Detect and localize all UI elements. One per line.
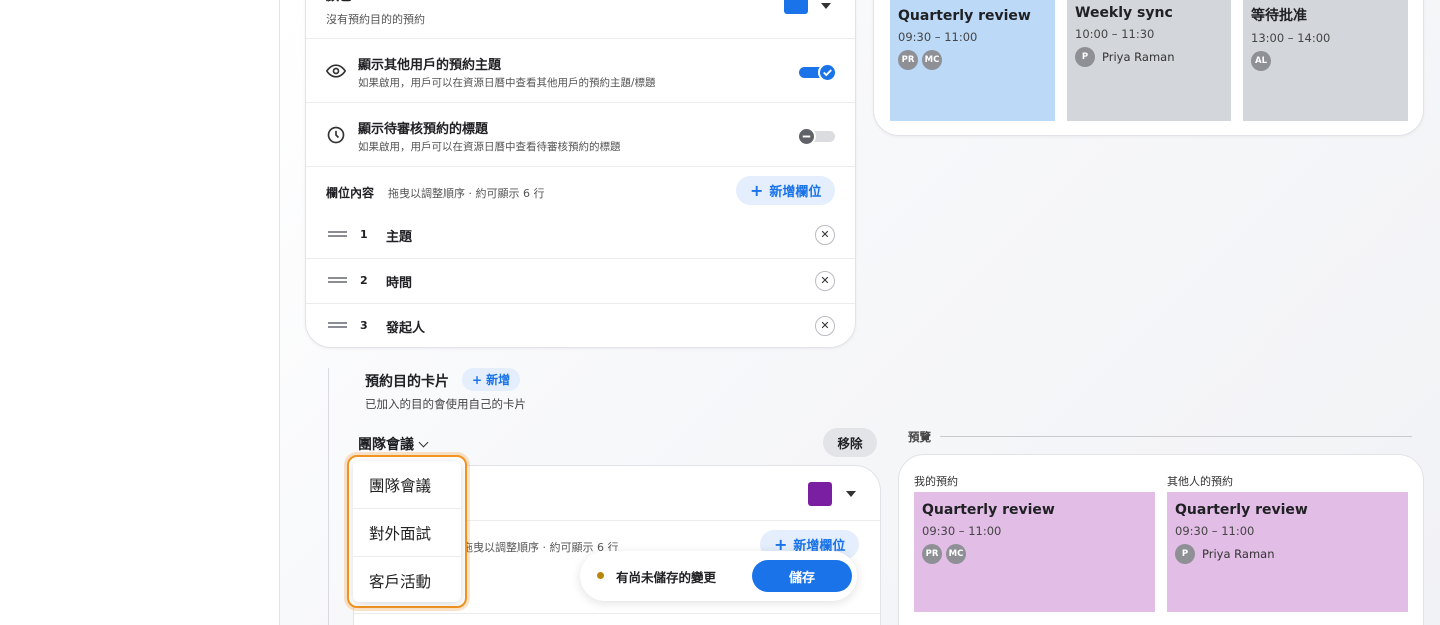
preview-event-others: Quarterly review 09:30 – 11:00 P Priya R… [1167, 492, 1408, 612]
event-title: Quarterly review [898, 8, 1031, 24]
my-bookings-label: 我的預約 [914, 475, 958, 488]
plus-icon: + [472, 372, 483, 387]
purpose-cards-title: 預約目的卡片 [365, 374, 449, 390]
remove-field-button[interactable]: ✕ [815, 225, 835, 245]
remove-field-button[interactable]: ✕ [815, 271, 835, 291]
event-title: Weekly sync [1075, 5, 1173, 21]
field-name: 時間 [386, 276, 413, 291]
attendee-name: Priya Raman [1102, 50, 1175, 64]
purpose-color-swatch[interactable] [808, 482, 832, 506]
purpose-cards-sub: 已加入的目的會使用自己的卡片 [365, 397, 526, 411]
color-title: 顏色 [326, 0, 352, 4]
event-time: 13:00 – 14:00 [1251, 31, 1331, 45]
event-attendees: P Priya Raman [1075, 47, 1223, 67]
preview-event: Quarterly review 09:30 – 11:00 PR MC [890, 0, 1055, 121]
add-field-label: 新增欄位 [769, 185, 822, 200]
toggle-knob [797, 127, 816, 146]
dropdown-option[interactable]: 對外面試 [353, 509, 461, 557]
clock-icon [327, 126, 345, 144]
avatar: AL [1251, 51, 1271, 71]
show-pending-titles-sub: 如果啟用，用戶可以在資源日曆中查看待審核預約的標題 [358, 141, 621, 153]
unsaved-message: 有尚未儲存的變更 [616, 570, 717, 585]
add-purpose-card-button[interactable]: + 新增 [462, 368, 521, 391]
event-attendees: AL [1251, 51, 1400, 71]
avatar: PR [922, 544, 942, 564]
purpose-select-value: 團隊會議 [358, 437, 414, 453]
purpose-select[interactable]: 團隊會議 [358, 434, 429, 454]
left-sidebar [0, 0, 280, 625]
divider [354, 613, 880, 614]
color-sub: 沒有預約目的的預約 [326, 13, 425, 26]
event-time: 09:30 – 11:00 [922, 524, 1002, 538]
event-time: 09:30 – 11:00 [898, 30, 978, 44]
fields-heading: 欄位內容 [326, 186, 375, 200]
color-swatch[interactable] [784, 0, 808, 14]
event-time: 10:00 – 11:30 [1075, 27, 1155, 41]
preview-calendar-top: Quarterly review 09:30 – 11:00 PR MC Wee… [873, 0, 1424, 136]
event-attendees: PR MC [898, 50, 1047, 70]
field-row[interactable]: 1 主題 ✕ [306, 213, 855, 258]
check-icon [823, 69, 832, 77]
dropdown-list: 團隊會議 對外面試 客戶活動 [353, 461, 461, 602]
show-other-topics-sub: 如果啟用，用戶可以在資源日曆中查看其他用戶的預約主題/標題 [358, 77, 656, 89]
event-title: Quarterly review [922, 502, 1055, 518]
preview-event: 等待批准 13:00 – 14:00 AL [1243, 0, 1408, 121]
field-number: 2 [360, 274, 368, 287]
field-name: 主題 [386, 230, 413, 245]
field-row[interactable]: 2 時間 ✕ [306, 258, 855, 303]
event-title: Quarterly review [1175, 502, 1308, 518]
purpose-dropdown-menu: 團隊會議 對外面試 客戶活動 [347, 455, 467, 608]
show-other-topics-row: 顯示其他用戶的預約主題 如果啟用，用戶可以在資源日曆中查看其他用戶的預約主題/標… [306, 39, 855, 103]
field-name: 發起人 [386, 321, 426, 336]
preview-event-mine: Quarterly review 09:30 – 11:00 PR MC [914, 492, 1155, 612]
attendee-name: Priya Raman [1202, 547, 1275, 561]
add-field-button[interactable]: + 新增欄位 [736, 176, 836, 205]
event-attendees: P Priya Raman [1175, 544, 1400, 564]
show-pending-titles-title: 顯示待審核預約的標題 [358, 122, 489, 137]
section-indent-line [328, 368, 329, 625]
preview-event: Weekly sync 10:00 – 11:30 P Priya Raman [1067, 0, 1231, 121]
field-number: 3 [360, 319, 368, 332]
event-title: 等待批准 [1251, 8, 1307, 24]
preview-label: 預覽 [908, 430, 931, 444]
plus-icon: + [750, 180, 764, 200]
avatar: P [1175, 544, 1195, 564]
purpose-color-caret[interactable] [846, 491, 856, 497]
remove-field-button[interactable]: ✕ [815, 316, 835, 336]
drag-handle-icon[interactable] [328, 277, 347, 283]
fields-hint: 拖曳以調整順序 · 約可顯示 6 行 [388, 187, 545, 200]
add-purpose-card-label: 新增 [486, 373, 511, 387]
toggle-knob [818, 63, 837, 82]
others-bookings-label: 其他人的預約 [1167, 475, 1233, 488]
unsaved-changes-bar: 有尚未儲存的變更 儲存 [580, 551, 857, 601]
preview-card: 我的預約 其他人的預約 Quarterly review 09:30 – 11:… [898, 454, 1424, 625]
save-button[interactable]: 儲存 [752, 560, 852, 592]
avatar: MC [922, 50, 942, 70]
event-time: 09:30 – 11:00 [1175, 524, 1255, 538]
show-pending-titles-toggle[interactable] [797, 127, 835, 146]
show-pending-titles-row: 顯示待審核預約的標題 如果啟用，用戶可以在資源日曆中查看待審核預約的標題 [306, 103, 855, 167]
drag-handle-icon[interactable] [328, 231, 347, 237]
dropdown-option[interactable]: 客戶活動 [353, 557, 461, 605]
avatar: PR [898, 50, 918, 70]
chevron-down-icon [418, 437, 429, 447]
unsaved-dot-icon [597, 572, 604, 579]
field-number: 1 [360, 228, 368, 241]
show-other-topics-title: 顯示其他用戶的預約主題 [358, 58, 502, 73]
avatar: MC [946, 544, 966, 564]
event-attendees: PR MC [922, 544, 1147, 564]
color-row: 顏色 沒有預約目的的預約 [306, 0, 855, 39]
remove-purpose-button[interactable]: 移除 [823, 428, 877, 457]
drag-handle-icon[interactable] [328, 322, 347, 328]
settings-card: 顏色 沒有預約目的的預約 顯示其他用戶的預約主題 如果啟用，用戶可以在資源日曆中… [305, 0, 856, 348]
show-other-topics-toggle[interactable] [799, 63, 837, 82]
minus-icon [802, 135, 811, 138]
preview-divider [940, 436, 1412, 437]
dropdown-option[interactable]: 團隊會議 [353, 461, 461, 509]
color-dropdown-caret[interactable] [821, 3, 831, 9]
avatar: P [1075, 47, 1095, 67]
field-row[interactable]: 3 發起人 ✕ [306, 303, 855, 348]
eye-icon [326, 64, 346, 78]
